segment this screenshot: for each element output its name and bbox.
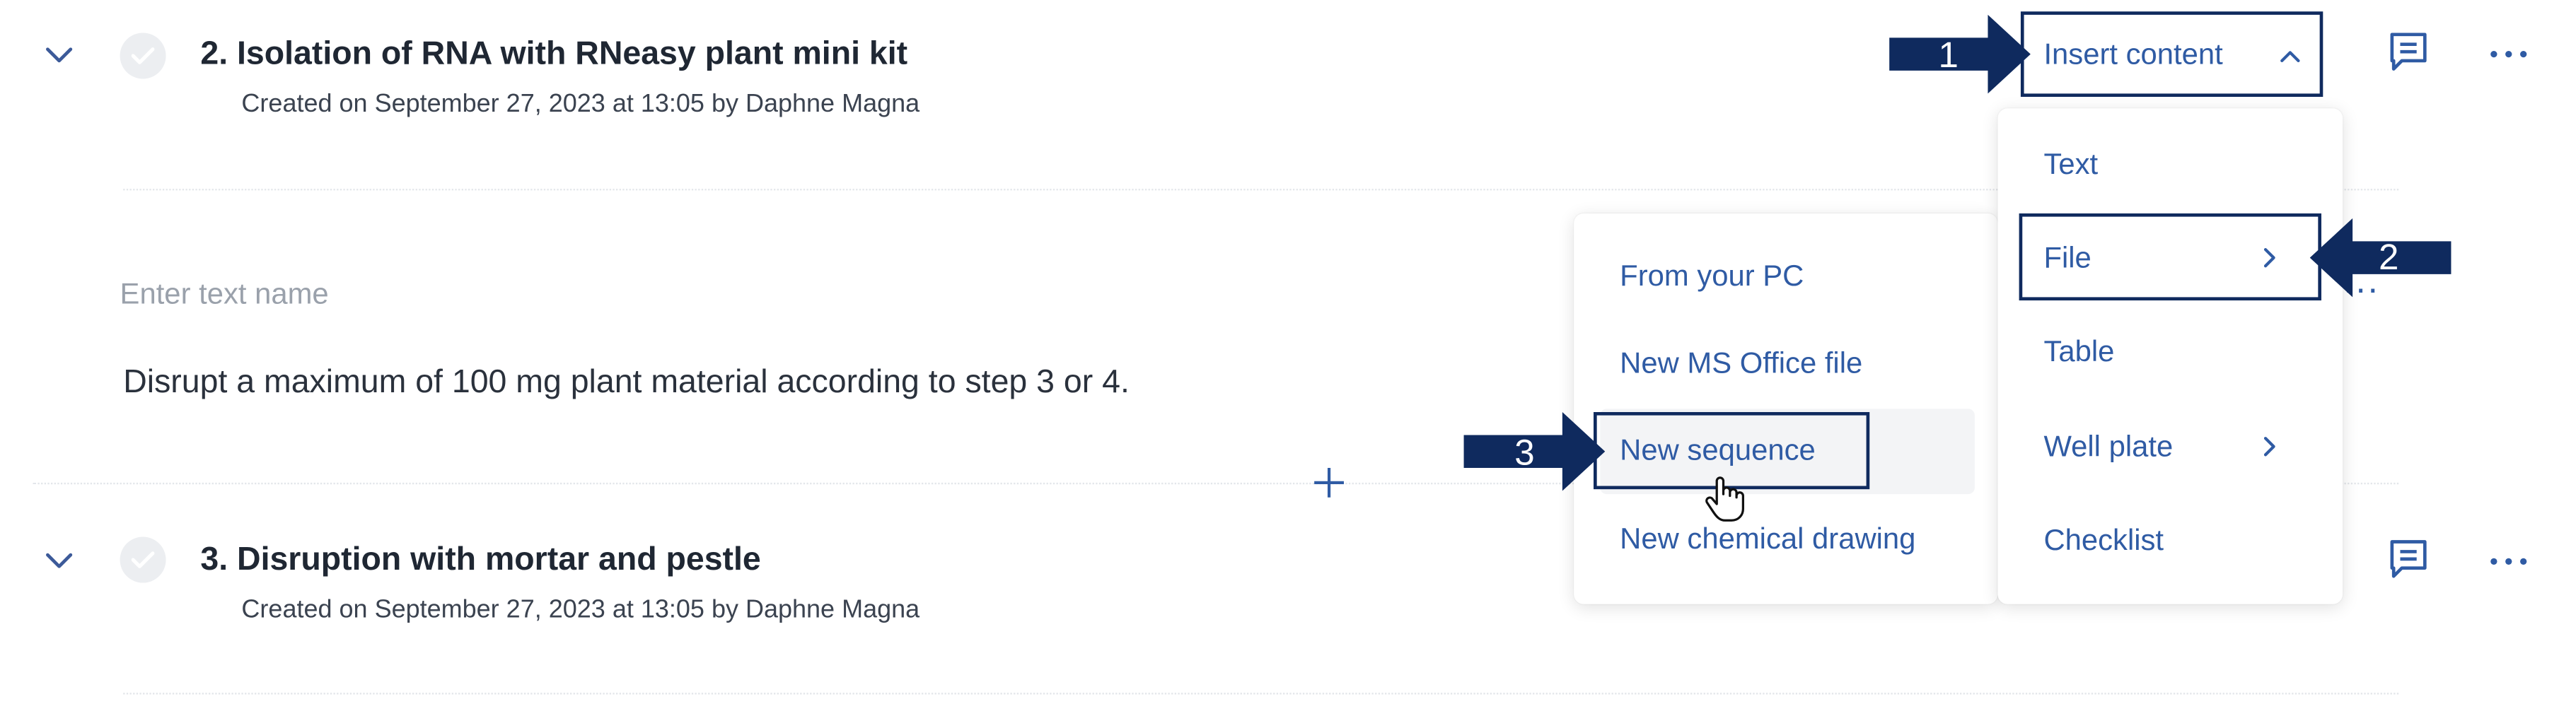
- step-3-meta: Created on September 27, 2023 at 13:05 b…: [241, 596, 920, 624]
- step-3-more-icon[interactable]: [2481, 534, 2536, 589]
- annotation-number-2: 2: [2378, 236, 2399, 278]
- step-2-comment-icon[interactable]: [2381, 26, 2437, 82]
- step-3-complete-check-icon[interactable]: [120, 536, 166, 583]
- annotation-arrow-2: 2: [2309, 218, 2452, 298]
- menu-item-new-chemical-drawing[interactable]: New chemical drawing: [1620, 519, 1915, 558]
- step-2-meta: Created on September 27, 2023 at 13:05 b…: [241, 90, 920, 119]
- step-2-complete-check-icon[interactable]: [120, 33, 166, 79]
- text-block-content[interactable]: Disrupt a maximum of 100 mg plant materi…: [123, 361, 1130, 404]
- menu-item-text[interactable]: Text: [2043, 144, 2098, 184]
- collapse-step-2-chevron-down-icon[interactable]: [42, 37, 75, 70]
- add-step-plus-icon[interactable]: [1311, 464, 1347, 500]
- menu-item-from-your-pc[interactable]: From your PC: [1620, 256, 1804, 295]
- highlight-box-insert-content: [2020, 11, 2323, 98]
- menu-item-checklist[interactable]: Checklist: [2043, 520, 2164, 560]
- step-3-title[interactable]: 3. Disruption with mortar and pestle: [200, 540, 760, 580]
- well-plate-chevron-right-icon: [2256, 433, 2282, 459]
- highlight-box-file: [2019, 213, 2321, 301]
- menu-item-new-ms-office-file[interactable]: New MS Office file: [1620, 343, 1862, 382]
- step-2-title[interactable]: 2. Isolation of RNA with RNeasy plant mi…: [200, 35, 907, 74]
- text-name-input[interactable]: Enter text name: [120, 274, 329, 314]
- step-list: 2. Isolation of RNA with RNeasy plant mi…: [0, 0, 2576, 716]
- menu-item-table[interactable]: Table: [2043, 331, 2114, 371]
- annotation-number-3: 3: [1514, 431, 1535, 473]
- annotation-arrow-3: 3: [1463, 411, 1606, 491]
- menu-item-well-plate[interactable]: Well plate: [2043, 427, 2173, 466]
- annotation-arrow-1: 1: [1889, 14, 2031, 94]
- file-submenu: From your PC New MS Office file New sequ…: [1574, 213, 1998, 604]
- collapse-step-3-chevron-down-icon[interactable]: [42, 544, 75, 576]
- insert-content-menu: Text File Table Well plate Checklist: [1997, 108, 2343, 604]
- step-2-more-icon[interactable]: [2481, 26, 2536, 82]
- annotation-number-1: 1: [1938, 34, 1959, 76]
- step-3-comment-icon[interactable]: [2381, 534, 2437, 589]
- hand-cursor-icon: [1702, 474, 1748, 524]
- step-3-divider: [123, 693, 2399, 695]
